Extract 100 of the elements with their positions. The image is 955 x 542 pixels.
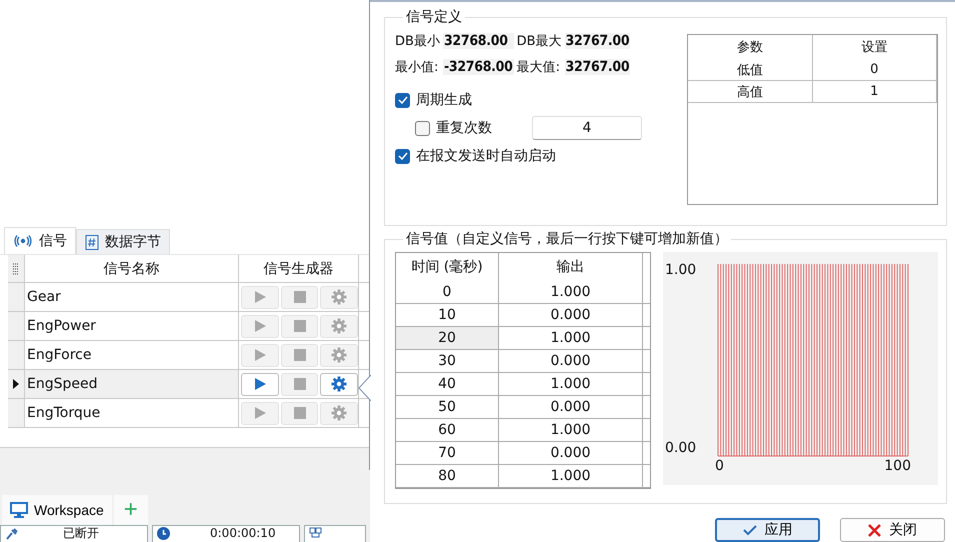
table-cell[interactable]: 1.000 <box>499 373 643 396</box>
connection-status: 已断开 <box>63 527 99 540</box>
settings-button[interactable] <box>320 314 358 338</box>
settings-button[interactable] <box>320 344 358 366</box>
option-label: 周期生成 <box>416 91 472 109</box>
table-cell[interactable]: 1.000 <box>499 327 643 350</box>
play-icon <box>252 348 267 362</box>
settings-button[interactable] <box>320 402 358 424</box>
column-header[interactable]: 设置 <box>812 35 937 59</box>
table-cell[interactable]: 1.000 <box>499 419 643 442</box>
close-button[interactable]: 关闭 <box>840 518 945 542</box>
table-cell: 0 <box>812 59 937 80</box>
play-icon <box>252 290 267 304</box>
check-icon <box>742 524 756 536</box>
settings-icon <box>331 289 348 305</box>
settings-icon <box>331 347 348 363</box>
table-cell[interactable]: 0.000 <box>499 396 643 418</box>
settings-icon <box>331 405 348 421</box>
range-label: 最大值: <box>516 59 561 76</box>
table-cell: 高值 <box>688 81 812 102</box>
monitor-icon <box>10 502 28 518</box>
play-icon <box>252 406 267 420</box>
row-header[interactable] <box>8 370 25 398</box>
axis-label: 0 <box>715 458 724 476</box>
column-header[interactable]: 信号名称 <box>25 255 239 282</box>
workspace-tab[interactable]: Workspace <box>2 495 112 525</box>
apply-button[interactable]: 应用 <box>715 518 820 542</box>
table-cell[interactable]: 40 <box>396 373 499 396</box>
table-cell[interactable]: 0.000 <box>499 442 643 464</box>
settings-icon <box>331 318 348 334</box>
settings-button[interactable] <box>320 286 358 308</box>
signal-name[interactable]: EngTorque <box>25 399 239 427</box>
table-cell[interactable]: 30 <box>396 350 499 372</box>
table-cell[interactable]: 80 <box>396 465 499 488</box>
play-icon <box>252 319 267 333</box>
table-cell: 低值 <box>688 59 812 80</box>
checkbox[interactable] <box>415 120 430 136</box>
start-button[interactable] <box>241 402 279 424</box>
start-button[interactable] <box>241 344 279 366</box>
network-icon <box>309 527 322 539</box>
stop-button[interactable] <box>280 286 318 308</box>
group-title: 信号定义 <box>405 8 463 26</box>
range-label: 最小值: <box>395 59 440 76</box>
column-header[interactable]: 参数 <box>688 35 812 59</box>
signal-name[interactable]: EngSpeed <box>25 370 239 398</box>
table-cell[interactable]: 60 <box>396 419 499 442</box>
range-value: 32767.00 <box>564 59 630 75</box>
checkbox[interactable] <box>395 148 410 164</box>
option-label: 在报文发送时自动启动 <box>416 147 556 165</box>
range-label: DB最小 <box>395 33 440 50</box>
stop-icon <box>292 377 306 391</box>
column-chooser-icon[interactable] <box>13 262 19 274</box>
settings-icon <box>331 376 348 392</box>
axis-label: 0.00 <box>664 440 698 456</box>
table-cell: 1 <box>812 81 937 102</box>
stop-button[interactable] <box>280 314 318 338</box>
stop-icon <box>292 406 306 420</box>
table-cell[interactable]: 50 <box>396 396 499 418</box>
table-cell[interactable]: 1.000 <box>499 465 643 488</box>
signal-name[interactable]: EngForce <box>25 341 239 369</box>
range-label: DB最大 <box>516 33 562 50</box>
checkmark-icon <box>398 152 408 160</box>
panel-tab[interactable]: 数据字节 <box>76 229 170 254</box>
table-cell[interactable]: 70 <box>396 442 499 464</box>
column-header[interactable]: 信号生成器 <box>239 255 359 282</box>
plug-icon <box>5 527 19 540</box>
axis-label: 100 <box>884 458 911 476</box>
signal-name[interactable]: Gear <box>25 283 239 311</box>
table-cell[interactable]: 1.000 <box>499 281 643 304</box>
panel-tab[interactable]: 信号 <box>4 227 76 254</box>
table-cell[interactable]: 0 <box>396 281 499 304</box>
broadcast-icon <box>13 235 33 247</box>
checkbox[interactable] <box>395 92 410 108</box>
hash-icon <box>85 234 99 250</box>
start-button[interactable] <box>241 286 279 308</box>
table-cell[interactable]: 10 <box>396 304 499 326</box>
range-value: 32768.00 <box>442 33 514 49</box>
play-icon <box>252 377 267 391</box>
column-header[interactable]: 时间 (毫秒) <box>396 253 499 282</box>
start-button[interactable] <box>241 372 279 396</box>
stop-button[interactable] <box>280 372 318 396</box>
start-button[interactable] <box>241 314 279 338</box>
column-header[interactable]: 输出 <box>499 253 643 282</box>
signal-name[interactable]: EngPower <box>25 312 239 340</box>
elapsed-time: 0:00:00:10 <box>210 527 276 540</box>
stop-icon <box>292 348 306 362</box>
stop-button[interactable] <box>280 402 318 424</box>
group-title: 信号值（自定义信号，最后一行按下键可增加新值） <box>405 230 729 248</box>
close-icon <box>868 524 881 536</box>
range-value: -32768.00 <box>442 59 514 75</box>
stop-button[interactable] <box>280 344 318 366</box>
table-cell[interactable]: 0.000 <box>499 304 643 326</box>
repeat-count-field[interactable]: 4 <box>532 116 642 140</box>
axis-label: 1.00 <box>664 262 698 278</box>
range-value: 32767.00 <box>564 33 630 49</box>
option-label: 重复次数 <box>436 119 492 137</box>
checkmark-icon <box>398 96 408 104</box>
table-cell[interactable]: 0.000 <box>499 350 643 372</box>
table-cell[interactable]: 20 <box>396 327 499 350</box>
stop-icon <box>292 290 306 304</box>
